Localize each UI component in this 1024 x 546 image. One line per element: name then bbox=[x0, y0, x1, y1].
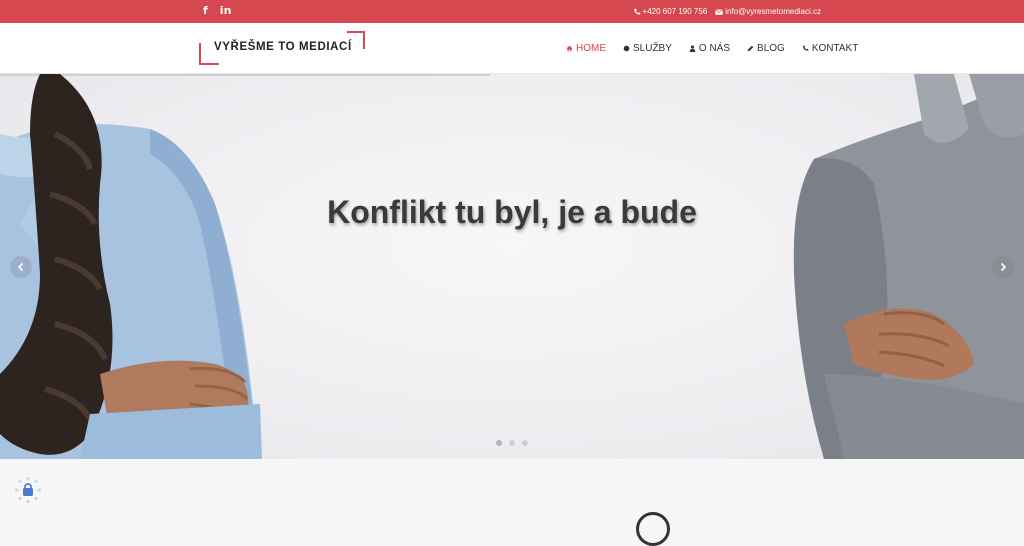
facebook-icon[interactable]: f bbox=[203, 5, 208, 17]
hero-title: Konflikt tu byl, je a bude bbox=[327, 194, 697, 230]
main-nav: HOME SLUŽBY O NÁS BLOG KONTAKT bbox=[558, 18, 858, 74]
hero-person-right bbox=[793, 74, 1024, 459]
hero-slider: Konflikt tu byl, je a bude bbox=[0, 74, 1024, 459]
nav-item-o-nas[interactable]: O NÁS bbox=[689, 43, 730, 54]
site-header: VYŘEŠME TO MEDIACÍ HOME SLUŽBY O NÁS BLO… bbox=[0, 18, 1024, 74]
circle-icon bbox=[623, 45, 630, 52]
contact-info: +420 607 190 756 info@vyresmetomediaci.c… bbox=[633, 7, 821, 16]
hero-person-left bbox=[0, 74, 262, 459]
site-logo[interactable]: VYŘEŠME TO MEDIACÍ bbox=[199, 31, 365, 65]
nav-item-sluzby[interactable]: SLUŽBY bbox=[623, 43, 672, 54]
chevron-right-icon bbox=[1000, 262, 1007, 272]
pencil-icon bbox=[747, 45, 754, 52]
slider-dot[interactable] bbox=[509, 440, 515, 446]
email-address: info@vyresmetomediaci.cz bbox=[725, 7, 821, 16]
social-links: f in bbox=[203, 5, 231, 17]
user-icon bbox=[689, 45, 696, 52]
content-section bbox=[0, 459, 1024, 516]
envelope-icon bbox=[715, 8, 724, 15]
nav-item-blog[interactable]: BLOG bbox=[747, 43, 785, 54]
phone-icon bbox=[802, 45, 809, 51]
slider-next-button[interactable] bbox=[992, 256, 1014, 278]
privacy-badge-icon[interactable] bbox=[14, 476, 42, 504]
slider-prev-button[interactable] bbox=[10, 256, 32, 278]
logo-text: VYŘEŠME TO MEDIACÍ bbox=[214, 41, 352, 53]
nav-item-home[interactable]: HOME bbox=[558, 18, 614, 54]
linkedin-icon[interactable]: in bbox=[220, 5, 232, 17]
nav-item-kontakt[interactable]: KONTAKT bbox=[802, 43, 858, 54]
slider-pagination bbox=[496, 440, 528, 446]
email-contact[interactable]: info@vyresmetomediaci.cz bbox=[715, 7, 821, 16]
phone-contact[interactable]: +420 607 190 756 bbox=[633, 7, 708, 16]
phone-icon bbox=[633, 8, 640, 14]
section-icon bbox=[636, 512, 670, 546]
top-bar: f in +420 607 190 756 info@vyresmetomedi… bbox=[0, 0, 1024, 23]
slider-dot[interactable] bbox=[522, 440, 528, 446]
chevron-left-icon bbox=[17, 262, 24, 272]
home-icon bbox=[566, 45, 573, 52]
phone-number: +420 607 190 756 bbox=[642, 7, 708, 16]
slider-dot[interactable] bbox=[496, 440, 502, 446]
